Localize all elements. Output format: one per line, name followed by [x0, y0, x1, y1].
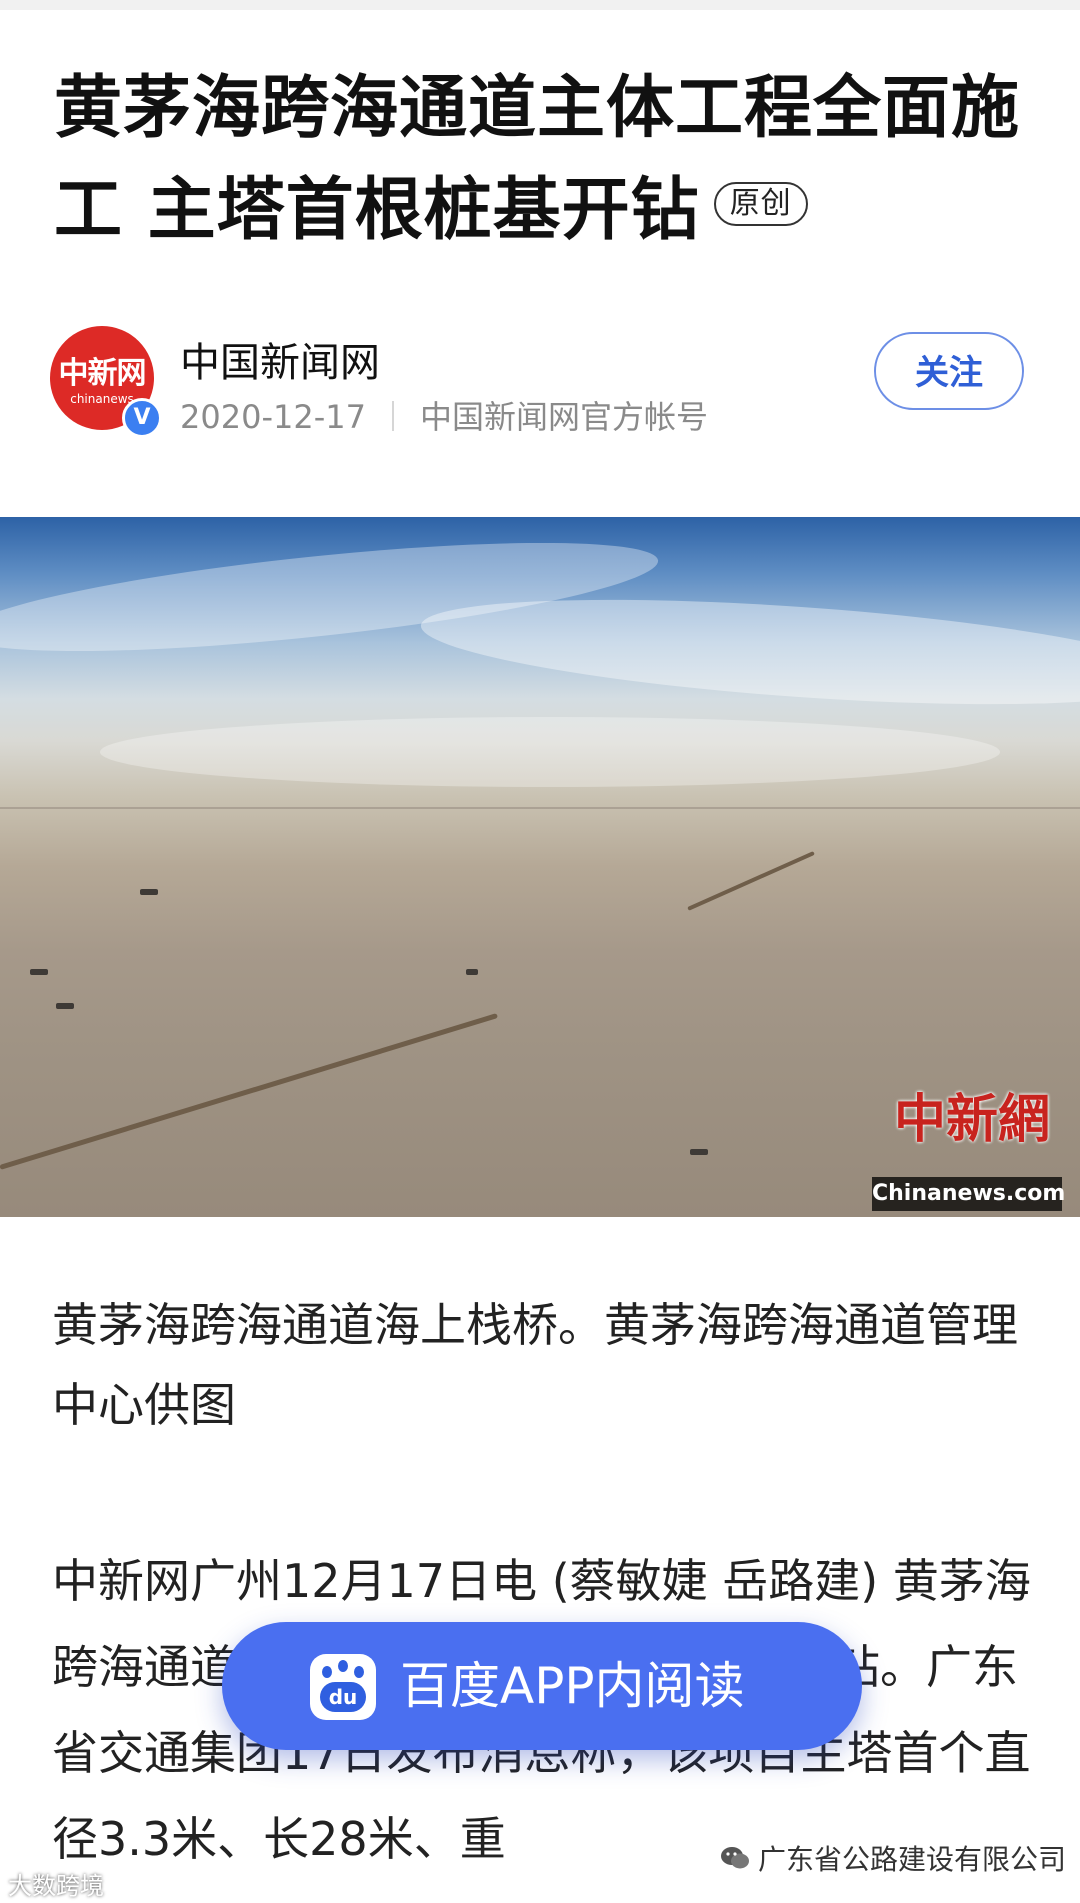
- author-bar: 中新网 chinanews V 中国新闻网 2020-12-17 中国新闻网官方帐…: [50, 326, 1030, 446]
- article-photo[interactable]: 中新網 Chinanews.com: [0, 517, 1080, 1217]
- wechat-icon: [721, 1847, 749, 1869]
- boat: [140, 889, 158, 895]
- article-title-text: 黄茅海跨海通道主体工程全面施工 主塔首根桩基开钻: [54, 69, 1021, 250]
- corner-watermark-left: 大数跨境: [8, 1872, 104, 1900]
- photo-caption: 黄茅海跨海通道海上栈桥。黄茅海跨海通道管理中心供图: [52, 1298, 1018, 1432]
- paw-dot: [322, 1666, 332, 1678]
- cloud-shape: [100, 717, 1000, 787]
- article-title: 黄茅海跨海通道主体工程全面施工 主塔首根桩基开钻 原创: [54, 58, 1034, 262]
- boat: [56, 1003, 74, 1009]
- boat: [466, 969, 478, 975]
- meta-divider: [391, 401, 394, 431]
- top-divider: [0, 0, 1080, 10]
- open-in-baidu-app-button[interactable]: du 百度APP内阅读: [222, 1622, 862, 1750]
- author-name[interactable]: 中国新闻网: [180, 330, 380, 388]
- author-avatar[interactable]: 中新网 chinanews V: [50, 326, 162, 438]
- account-description: 中国新闻网官方帐号: [419, 398, 708, 436]
- open-in-baidu-app-label: 百度APP内阅读: [400, 1657, 745, 1715]
- paw-dot: [338, 1660, 348, 1672]
- source-watermark-text: 广东省公路建设有限公司: [758, 1843, 1067, 1876]
- follow-button[interactable]: 关注: [874, 332, 1024, 410]
- original-badge: 原创: [713, 182, 808, 227]
- trestle-bridge-far: [687, 851, 815, 911]
- avatar-logo-text: 中新网: [58, 356, 147, 391]
- boat: [30, 969, 48, 975]
- source-watermark: 广东省公路建设有限公司: [720, 1838, 1066, 1878]
- trestle-bridge-near: [0, 1013, 499, 1170]
- baidu-paw-icon: du: [310, 1654, 376, 1720]
- photo-watermark-site: Chinanews.com: [872, 1177, 1065, 1211]
- cloud-shape: [417, 580, 1080, 724]
- paw-dot: [354, 1666, 364, 1678]
- baidu-du-mark: du: [320, 1682, 366, 1712]
- publish-date: 2020-12-17: [180, 398, 366, 436]
- boat: [690, 1149, 708, 1155]
- author-meta: 2020-12-17 中国新闻网官方帐号: [180, 392, 708, 438]
- photo-watermark-logo: 中新網: [893, 1089, 1050, 1150]
- verified-icon: V: [122, 398, 162, 438]
- horizon-line: [0, 807, 1080, 809]
